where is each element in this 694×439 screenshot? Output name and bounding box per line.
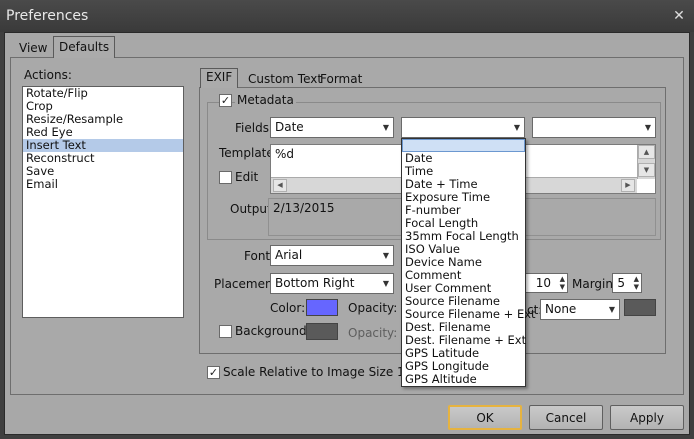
chevron-down-icon: ▼ — [608, 305, 615, 314]
field1-select[interactable]: Date ▼ — [270, 117, 394, 138]
tab-view[interactable]: View — [14, 40, 52, 57]
cancel-button[interactable]: Cancel — [529, 405, 603, 430]
fields-dropdown-list[interactable]: Date Time Date + Time Exposure Time F-nu… — [401, 138, 536, 387]
font-value: Arial — [275, 248, 303, 262]
margin-value: 5 — [617, 276, 625, 290]
scroll-right-icon[interactable]: ▶ — [621, 179, 635, 192]
ok-button[interactable]: OK — [448, 405, 522, 430]
template-value: %d — [275, 147, 295, 161]
placement-select[interactable]: Bottom Right ▼ — [270, 273, 394, 294]
list-item[interactable]: Email — [23, 178, 183, 191]
field1-value: Date — [275, 120, 304, 134]
tab-defaults[interactable]: Defaults — [53, 36, 116, 58]
template-label: Template: — [219, 146, 278, 160]
output-value: 2/13/2015 — [273, 201, 335, 215]
background-label: Background: — [235, 324, 311, 338]
chevron-down-icon: ▼ — [382, 123, 389, 132]
effect-value: None — [545, 302, 577, 316]
chevron-down-icon: ▼ — [382, 279, 389, 288]
close-icon[interactable]: ✕ — [672, 9, 686, 23]
scale-checkbox[interactable]: ✓ — [207, 366, 220, 379]
dropdown-item[interactable]: GPS Altitude — [402, 373, 525, 386]
margin-spinner[interactable]: 5 ▲ ▼ — [612, 273, 642, 293]
tab-format[interactable]: Format — [315, 71, 367, 88]
bg-opacity-label: Opacity: — [348, 326, 398, 340]
window-titlebar: Preferences — [0, 0, 694, 32]
size-value: 10 — [535, 276, 551, 290]
scroll-up-icon[interactable]: ▲ — [638, 145, 655, 159]
actions-listbox[interactable]: Rotate/Flip Crop Resize/Resample Red Eye… — [22, 86, 184, 318]
metadata-checkbox[interactable]: ✓ — [219, 94, 232, 107]
color-swatch[interactable] — [306, 299, 338, 316]
chevron-down-icon: ▼ — [382, 251, 389, 260]
actions-label: Actions: — [24, 68, 72, 82]
apply-button[interactable]: Apply — [610, 405, 684, 430]
font-select[interactable]: Arial ▼ — [270, 245, 394, 266]
spin-arrows-icon: ▲ ▼ — [559, 275, 565, 291]
edit-checkbox[interactable] — [219, 171, 232, 184]
background-color-swatch[interactable] — [306, 323, 338, 340]
metadata-label: Metadata — [235, 93, 296, 107]
edit-label: Edit — [235, 170, 259, 184]
field3-select[interactable]: ▼ — [532, 117, 656, 138]
fields-label: Fields: — [235, 121, 273, 135]
opacity-label: Opacity: — [348, 301, 398, 315]
margin-label: Margin: — [572, 277, 618, 291]
template-vscroll[interactable]: ▲ ▼ — [637, 145, 655, 179]
scroll-down-icon[interactable]: ▼ — [638, 163, 655, 177]
field2-select[interactable]: ▼ — [401, 117, 525, 138]
chevron-down-icon: ▼ — [644, 123, 651, 132]
window-title: Preferences — [6, 8, 89, 24]
spin-arrows-icon: ▲ ▼ — [633, 275, 639, 291]
effect-select[interactable]: None ▼ — [540, 299, 620, 320]
scroll-left-icon[interactable]: ◀ — [273, 179, 287, 192]
tab-exif[interactable]: EXIF — [200, 68, 239, 88]
color-label: Color: — [270, 301, 306, 315]
chevron-down-icon: ▼ — [513, 123, 520, 132]
placement-value: Bottom Right — [275, 276, 355, 290]
effect-color-swatch[interactable] — [624, 299, 656, 316]
background-checkbox[interactable] — [219, 325, 232, 338]
